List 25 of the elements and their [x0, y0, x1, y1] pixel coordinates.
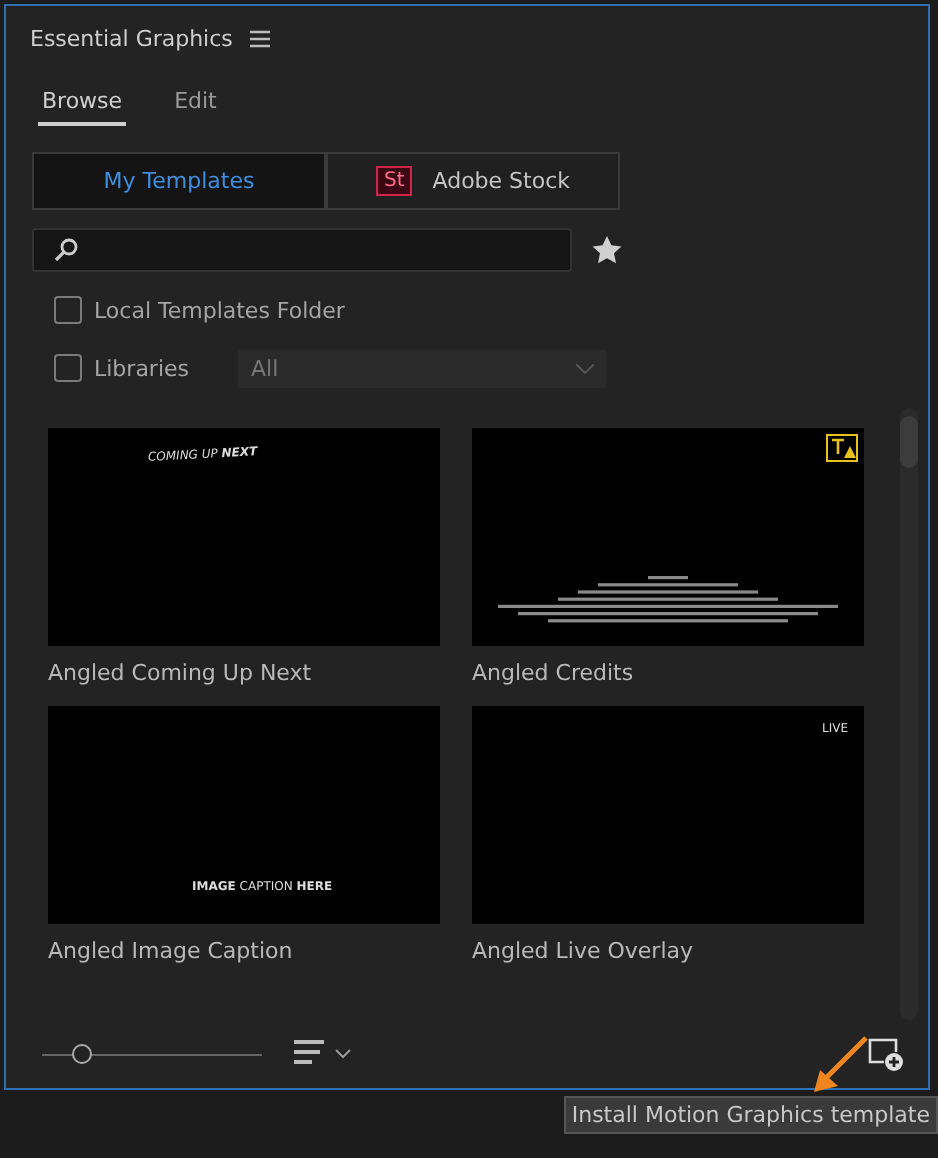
menu-icon[interactable]	[250, 30, 271, 48]
tab[interactable]: Edit	[170, 88, 221, 126]
annotation-arrow	[810, 1036, 870, 1096]
stock-badge: St	[375, 166, 413, 196]
install-template-icon[interactable]	[868, 1037, 904, 1071]
search-icon	[54, 238, 78, 262]
chevron-icon	[575, 363, 594, 373]
checkbox[interactable]	[54, 296, 82, 324]
tab[interactable]: Browse	[38, 88, 127, 126]
template-name: Angled Credits	[472, 658, 636, 686]
search-field[interactable]	[32, 228, 572, 272]
template-name: Angled Live Overlay	[472, 936, 696, 964]
template-name: Angled Image Caption	[48, 936, 295, 964]
sort-icon[interactable]	[294, 1040, 354, 1068]
source-tab[interactable]: St Adobe Stock	[326, 152, 620, 210]
tooltip: Install Motion Graphics template	[563, 1096, 938, 1134]
scrollbar[interactable]	[900, 408, 918, 1020]
checkbox-label: Libraries	[94, 355, 190, 381]
checkbox[interactable]	[54, 354, 82, 382]
panel-title: Essential Graphics	[30, 26, 233, 52]
star-icon[interactable]	[592, 236, 622, 264]
template-name: Angled Coming Up Next	[48, 658, 314, 686]
source-tab[interactable]: My Templates	[32, 152, 326, 210]
template-thumbnail[interactable]	[472, 428, 864, 646]
checkbox-label: Local Templates Folder	[94, 297, 345, 323]
